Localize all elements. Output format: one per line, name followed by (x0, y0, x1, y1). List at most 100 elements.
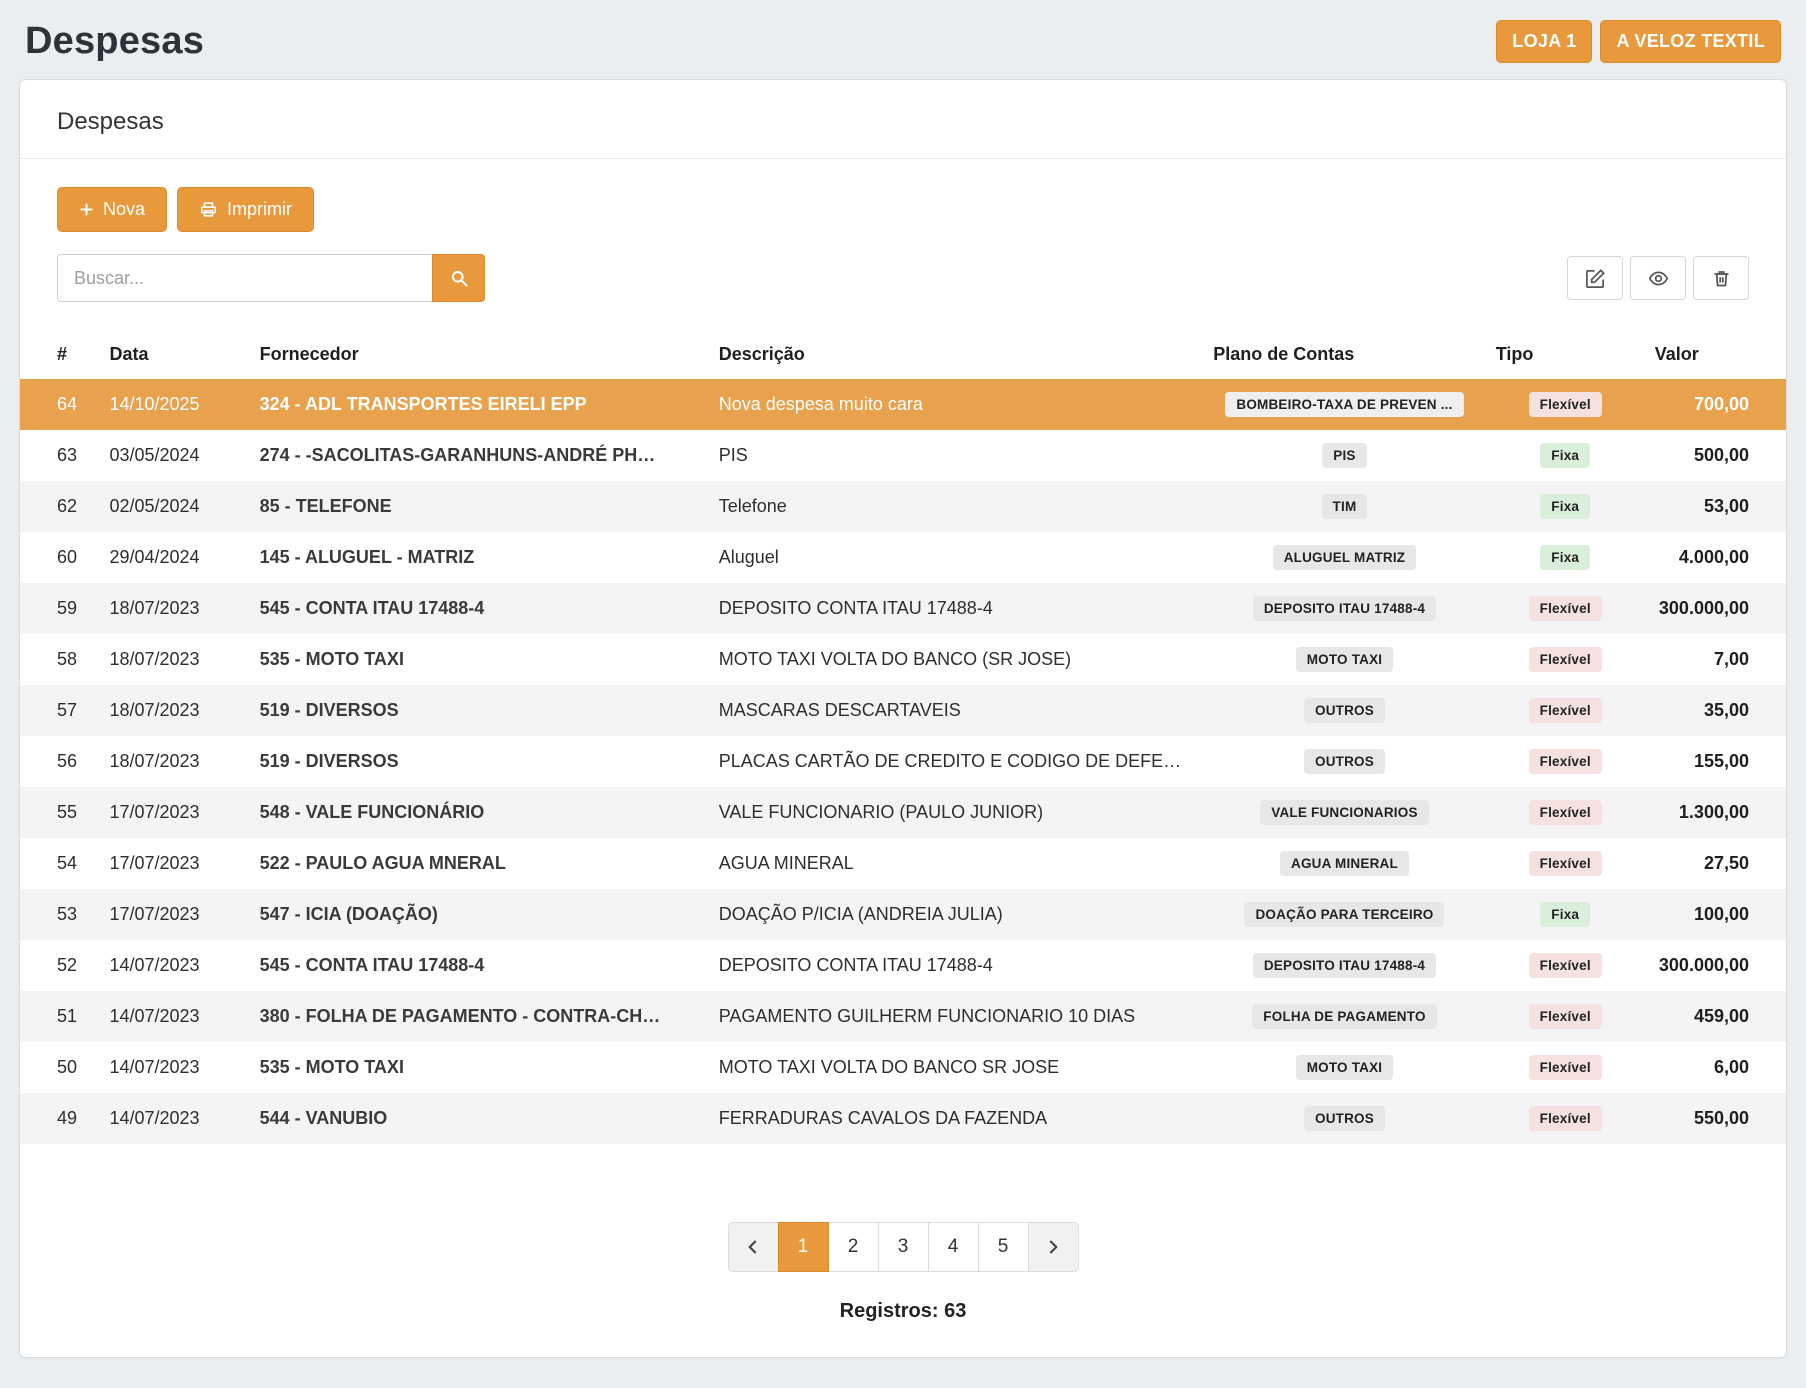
plano-badge: AGUA MINERAL (1280, 851, 1409, 876)
cell-num: 55 (20, 787, 99, 838)
table-row[interactable]: 5818/07/2023535 - MOTO TAXIMOTO TAXI VOL… (20, 634, 1786, 685)
cell-tipo: Flexível (1486, 379, 1645, 430)
cell-fornecedor: 545 - CONTA ITAU 17488-4 (250, 583, 709, 634)
cell-fornecedor: 380 - FOLHA DE PAGAMENTO - CONTRA-CH… (250, 991, 709, 1042)
cell-tipo: Flexível (1486, 787, 1645, 838)
table-row[interactable]: 4914/07/2023544 - VANUBIOFERRADURAS CAVA… (20, 1093, 1786, 1144)
cell-tipo: Flexível (1486, 991, 1645, 1042)
view-button[interactable] (1630, 256, 1686, 300)
column-header-data: Data (99, 332, 249, 379)
search-input[interactable] (57, 254, 432, 302)
cell-num: 54 (20, 838, 99, 889)
tipo-badge: Flexível (1529, 953, 1602, 978)
plano-badge: VALE FUNCIONARIOS (1260, 800, 1428, 825)
cell-data: 17/07/2023 (99, 787, 249, 838)
pagination-page-3[interactable]: 3 (878, 1222, 929, 1272)
delete-button[interactable] (1693, 256, 1749, 300)
table-row[interactable]: 5417/07/2023522 - PAULO AGUA MNERALAGUA … (20, 838, 1786, 889)
cell-tipo: Flexível (1486, 1042, 1645, 1093)
cell-num: 62 (20, 481, 99, 532)
nova-button[interactable]: Nova (57, 187, 167, 232)
cell-num: 56 (20, 736, 99, 787)
cell-tipo: Flexível (1486, 634, 1645, 685)
cell-descricao: PLACAS CARTÃO DE CREDITO E CODIGO DE DEF… (709, 736, 1203, 787)
table-row[interactable]: 6029/04/2024145 - ALUGUEL - MATRIZAlugue… (20, 532, 1786, 583)
cell-descricao: Aluguel (709, 532, 1203, 583)
edit-icon (1585, 268, 1606, 289)
cell-data: 03/05/2024 (99, 430, 249, 481)
table-header-row: #DataFornecedorDescriçãoPlano de ContasT… (20, 332, 1786, 379)
toolbar: Nova Imprimir (20, 159, 1786, 232)
nova-button-label: Nova (103, 199, 145, 220)
cell-data: 18/07/2023 (99, 583, 249, 634)
cell-plano: MOTO TAXI (1203, 1042, 1486, 1093)
chevron-right-icon (1043, 1237, 1063, 1257)
imprimir-button[interactable]: Imprimir (177, 187, 314, 232)
pagination-page-1[interactable]: 1 (778, 1222, 829, 1272)
cell-data: 18/07/2023 (99, 634, 249, 685)
table-row[interactable]: 6303/05/2024274 - -SACOLITAS-GARANHUNS-A… (20, 430, 1786, 481)
cell-fornecedor: 519 - DIVERSOS (250, 685, 709, 736)
cell-valor: 459,00 (1645, 991, 1786, 1042)
table-row[interactable]: 6414/10/2025324 - ADL TRANSPORTES EIRELI… (20, 379, 1786, 430)
cell-valor: 35,00 (1645, 685, 1786, 736)
cell-num: 60 (20, 532, 99, 583)
tipo-badge: Fixa (1540, 902, 1590, 927)
cell-fornecedor: 274 - -SACOLITAS-GARANHUNS-ANDRÉ PH… (250, 430, 709, 481)
table-row[interactable]: 5114/07/2023380 - FOLHA DE PAGAMENTO - C… (20, 991, 1786, 1042)
pagination-prev-button[interactable] (728, 1222, 779, 1272)
table-row[interactable]: 5718/07/2023519 - DIVERSOSMASCARAS DESCA… (20, 685, 1786, 736)
cell-num: 59 (20, 583, 99, 634)
column-header-descricao: Descrição (709, 332, 1203, 379)
cell-num: 64 (20, 379, 99, 430)
cell-descricao: VALE FUNCIONARIO (PAULO JUNIOR) (709, 787, 1203, 838)
pagination-next-button[interactable] (1028, 1222, 1079, 1272)
cell-valor: 155,00 (1645, 736, 1786, 787)
cell-data: 14/07/2023 (99, 991, 249, 1042)
cell-fornecedor: 535 - MOTO TAXI (250, 634, 709, 685)
pagination-page-4[interactable]: 4 (928, 1222, 979, 1272)
plano-badge: ALUGUEL MATRIZ (1273, 545, 1417, 570)
pagination: 12345 (20, 1222, 1786, 1272)
cell-descricao: DEPOSITO CONTA ITAU 17488-4 (709, 583, 1203, 634)
cell-plano: OUTROS (1203, 685, 1486, 736)
trash-icon (1711, 268, 1732, 289)
cell-valor: 6,00 (1645, 1042, 1786, 1093)
store-button[interactable]: LOJA 1 (1496, 20, 1592, 63)
despesas-card: Despesas Nova Imprimir (19, 79, 1787, 1358)
pagination-page-2[interactable]: 2 (828, 1222, 879, 1272)
table-row[interactable]: 5918/07/2023545 - CONTA ITAU 17488-4DEPO… (20, 583, 1786, 634)
cell-tipo: Fixa (1486, 430, 1645, 481)
cell-tipo: Flexível (1486, 940, 1645, 991)
search-group (57, 254, 485, 302)
cell-data: 14/07/2023 (99, 1042, 249, 1093)
cell-fornecedor: 547 - ICIA (DOAÇÃO) (250, 889, 709, 940)
cell-data: 14/07/2023 (99, 1093, 249, 1144)
search-button[interactable] (432, 254, 485, 302)
cell-descricao: MASCARAS DESCARTAVEIS (709, 685, 1203, 736)
table-row[interactable]: 5214/07/2023545 - CONTA ITAU 17488-4DEPO… (20, 940, 1786, 991)
table-row[interactable]: 5317/07/2023547 - ICIA (DOAÇÃO)DOAÇÃO P/… (20, 889, 1786, 940)
cell-tipo: Fixa (1486, 532, 1645, 583)
plano-badge: BOMBEIRO-TAXA DE PREVEN ... (1225, 392, 1463, 417)
cell-fornecedor: 548 - VALE FUNCIONÁRIO (250, 787, 709, 838)
row-action-buttons (1567, 256, 1749, 300)
cell-valor: 550,00 (1645, 1093, 1786, 1144)
company-button[interactable]: A VELOZ TEXTIL (1600, 20, 1781, 63)
cell-fornecedor: 324 - ADL TRANSPORTES EIRELI EPP (250, 379, 709, 430)
printer-icon (199, 200, 218, 219)
cell-num: 51 (20, 991, 99, 1042)
cell-fornecedor: 85 - TELEFONE (250, 481, 709, 532)
edit-button[interactable] (1567, 256, 1623, 300)
pagination-page-5[interactable]: 5 (978, 1222, 1029, 1272)
table-row[interactable]: 5014/07/2023535 - MOTO TAXIMOTO TAXI VOL… (20, 1042, 1786, 1093)
cell-tipo: Flexível (1486, 1093, 1645, 1144)
cell-descricao: PAGAMENTO GUILHERM FUNCIONARIO 10 DIAS (709, 991, 1203, 1042)
table-row[interactable]: 5517/07/2023548 - VALE FUNCIONÁRIOVALE F… (20, 787, 1786, 838)
table-row[interactable]: 6202/05/202485 - TELEFONETelefoneTIMFixa… (20, 481, 1786, 532)
cell-valor: 700,00 (1645, 379, 1786, 430)
table-row[interactable]: 5618/07/2023519 - DIVERSOSPLACAS CARTÃO … (20, 736, 1786, 787)
cell-valor: 300.000,00 (1645, 940, 1786, 991)
plano-badge: OUTROS (1304, 698, 1385, 723)
cell-valor: 100,00 (1645, 889, 1786, 940)
